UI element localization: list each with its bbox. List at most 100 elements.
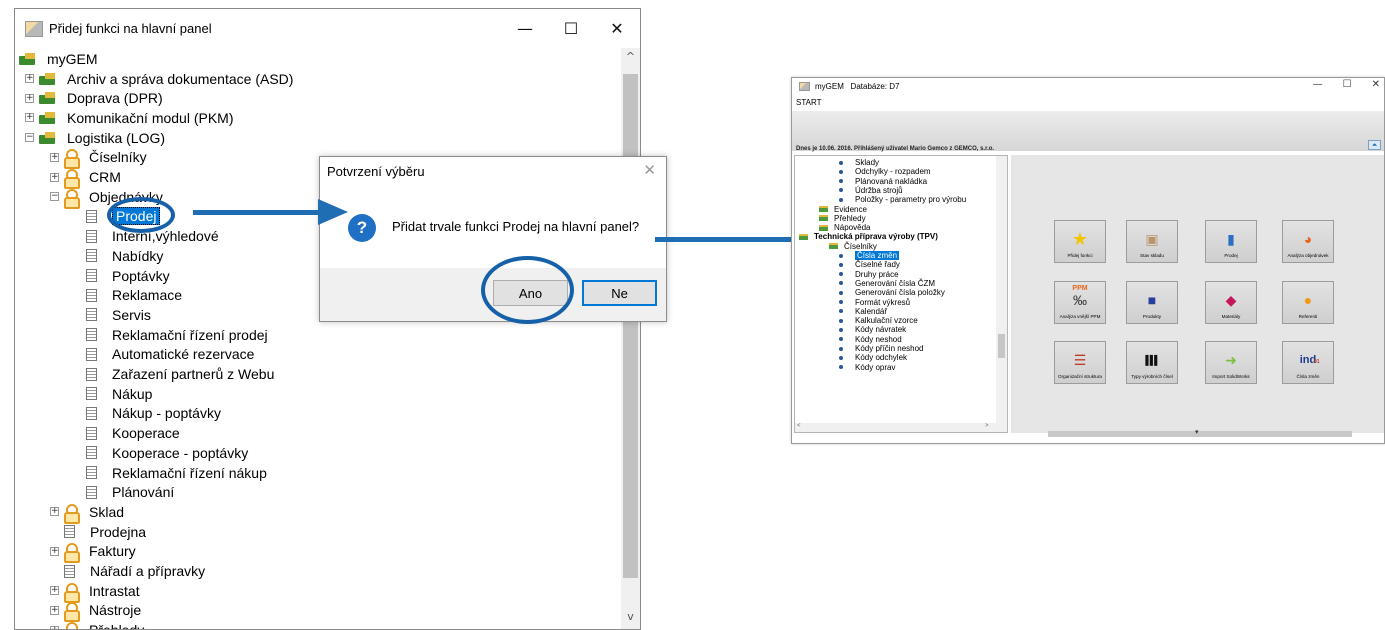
module-tree-item[interactable]: Kódy neshod	[839, 335, 902, 344]
tile-12[interactable]: ind 01 Čísla změn	[1282, 341, 1334, 384]
no-button[interactable]: Ne	[582, 280, 657, 306]
expand-icon[interactable]: +	[50, 507, 59, 517]
tile-7[interactable]: ◆ Materiály	[1205, 281, 1257, 324]
tree-vertical-scrollbar[interactable]	[996, 156, 1007, 424]
tile-1[interactable]: ★ Přidej funkci	[1054, 220, 1106, 263]
expand-icon[interactable]: +	[50, 172, 59, 182]
tree-item[interactable]: + Nástroje	[50, 601, 141, 623]
tree-item[interactable]: + Doprava (DPR)	[25, 88, 163, 108]
expand-icon[interactable]: +	[25, 93, 34, 103]
tree-scroll-thumb[interactable]	[998, 334, 1005, 358]
tree-item[interactable]: Zařazení partnerů z Webu	[72, 364, 274, 384]
tile-2[interactable]: ▣ Stav skladu	[1126, 220, 1178, 263]
tree-item[interactable]: Nákup	[72, 384, 152, 404]
tree-item[interactable]: Nákup - poptávky	[72, 404, 221, 424]
tree-item[interactable]: Plánování	[72, 482, 174, 502]
collapse-icon[interactable]: −	[50, 192, 59, 202]
tree-item[interactable]: Kooperace	[72, 423, 180, 443]
tree-item[interactable]: + Intrastat	[50, 581, 140, 603]
module-tree-label: Sklady	[855, 158, 880, 168]
module-tree-item[interactable]: Nápověda	[819, 223, 870, 232]
page-icon	[86, 446, 97, 460]
tile-6[interactable]: ■ Produkty	[1126, 281, 1178, 324]
module-tree-item[interactable]: Technická příprava výroby (TPV)	[799, 232, 938, 241]
tree-item[interactable]: Poptávky	[72, 266, 170, 286]
tree-item[interactable]: myGEM	[19, 49, 98, 69]
module-tree-item[interactable]: Kódy příčin neshod	[839, 344, 924, 353]
module-tree-item[interactable]: Kódy odchylek	[839, 353, 907, 362]
tree-item[interactable]: Reklamace	[72, 285, 182, 305]
module-tree-item[interactable]: Kódy oprav	[839, 363, 895, 372]
module-tree-item[interactable]: Údržba strojů	[839, 186, 903, 195]
tile-5[interactable]: ‰ PPM Analýza vnější PPM	[1054, 281, 1106, 324]
module-tree-item[interactable]: Položky - parametry pro výrobu	[839, 195, 966, 204]
module-tree-item[interactable]: Evidence	[819, 205, 867, 214]
tile-9[interactable]: ☰ Organizační struktura	[1054, 341, 1106, 384]
dialog-close-button[interactable]: ✕	[643, 161, 656, 179]
collapse-icon[interactable]: −	[25, 133, 34, 143]
tree-item[interactable]: − Logistika (LOG)	[25, 128, 165, 148]
module-tree-item[interactable]: Číselníky	[829, 242, 877, 251]
module-tree-item[interactable]: Odchylky - rozpadem	[839, 167, 931, 176]
module-tree-item[interactable]: Kalendář	[839, 307, 887, 316]
scroll-up-arrow[interactable]: ^	[621, 50, 640, 68]
module-tree-item[interactable]: Přehledy	[819, 214, 866, 223]
module-tree-item[interactable]: Formát výkresů	[839, 298, 910, 307]
module-tree-item[interactable]: Sklady	[839, 158, 879, 167]
tile-4[interactable]: ◕ Analýza objednávek	[1282, 220, 1334, 263]
main-minimize-button[interactable]: —	[1313, 79, 1323, 90]
panel-splitter[interactable]: ▾	[1048, 429, 1352, 437]
main-maximize-button[interactable]: ☐	[1343, 79, 1352, 90]
tile-8[interactable]: ● Referenti	[1282, 281, 1334, 324]
tree-item[interactable]: + Číselníky	[50, 148, 147, 170]
page-icon	[86, 406, 97, 420]
tree-item[interactable]: + Komunikační modul (PKM)	[25, 108, 234, 128]
tree-item[interactable]: Nářadí a přípravky	[50, 561, 205, 581]
module-tree-item[interactable]: Plánovaná nakládka	[839, 177, 927, 186]
expand-icon[interactable]: +	[50, 625, 59, 629]
user-group-icon	[64, 188, 80, 209]
scroll-down-arrow[interactable]: v	[621, 610, 640, 628]
tree-item[interactable]: Nabídky	[72, 246, 163, 266]
menu-start[interactable]: START	[796, 98, 821, 107]
expand-icon[interactable]: +	[50, 586, 59, 596]
expand-icon[interactable]: +	[50, 546, 59, 556]
expand-icon[interactable]: +	[25, 74, 34, 84]
main-close-button[interactable]: ✕	[1372, 79, 1380, 90]
module-tree-item[interactable]: Generování čísla ČZM	[839, 279, 935, 288]
module-tree-item[interactable]: Generování čísla položky	[839, 288, 945, 297]
tree-item[interactable]: Reklamační řízení nákup	[72, 463, 267, 483]
tree-horizontal-scrollbar[interactable]: < >	[795, 423, 1007, 432]
maximize-button[interactable]: ☐	[548, 9, 594, 48]
expand-icon[interactable]: +	[50, 152, 59, 162]
collapse-up-button[interactable]: ⏶	[1368, 140, 1381, 150]
hscroll-left-arrow[interactable]: <	[797, 423, 801, 429]
module-tree-item[interactable]: Číselné řady	[839, 260, 900, 269]
page-icon	[86, 347, 97, 361]
hscroll-right-arrow[interactable]: >	[985, 423, 989, 429]
tree-item[interactable]: Reklamační řízení prodej	[72, 325, 268, 345]
module-tree-item[interactable]: Kalkulační vzorce	[839, 316, 918, 325]
tree-item[interactable]: + CRM	[50, 167, 121, 190]
tree-item[interactable]: Kooperace - poptávky	[72, 443, 248, 463]
module-tree-item[interactable]: Druhy práce	[839, 270, 899, 279]
expand-icon[interactable]: +	[50, 605, 59, 615]
tree-item[interactable]: Servis	[72, 305, 151, 325]
tree-item[interactable]: Prodejna	[50, 522, 146, 542]
tree-item[interactable]: + Faktury	[50, 542, 136, 564]
tree-item[interactable]: + Přehledy	[50, 620, 144, 629]
tile-10[interactable]: ▌▌▌ Typy výrobních čísel	[1126, 341, 1178, 384]
close-button[interactable]: ✕	[594, 9, 640, 48]
tree-item[interactable]: + Sklad	[50, 502, 124, 524]
tree-item[interactable]: + Archiv a správa dokumentace (ASD)	[25, 69, 293, 89]
module-tree-item[interactable]: Kódy návratek	[839, 325, 906, 334]
scroll-thumb[interactable]	[623, 74, 638, 578]
minimize-button[interactable]: —	[502, 9, 548, 48]
tree-item[interactable]: Automatické rezervace	[72, 345, 254, 365]
tile-11[interactable]: ➜ Import SolidWorks	[1205, 341, 1257, 384]
vertical-scrollbar[interactable]: ^ v	[621, 48, 640, 629]
expand-icon[interactable]: +	[25, 113, 34, 123]
module-tree-label: Číselné řady	[855, 260, 900, 270]
tile-3[interactable]: ▮ Prodej	[1205, 220, 1257, 263]
module-tree-item[interactable]: Čísla změn	[839, 251, 900, 261]
